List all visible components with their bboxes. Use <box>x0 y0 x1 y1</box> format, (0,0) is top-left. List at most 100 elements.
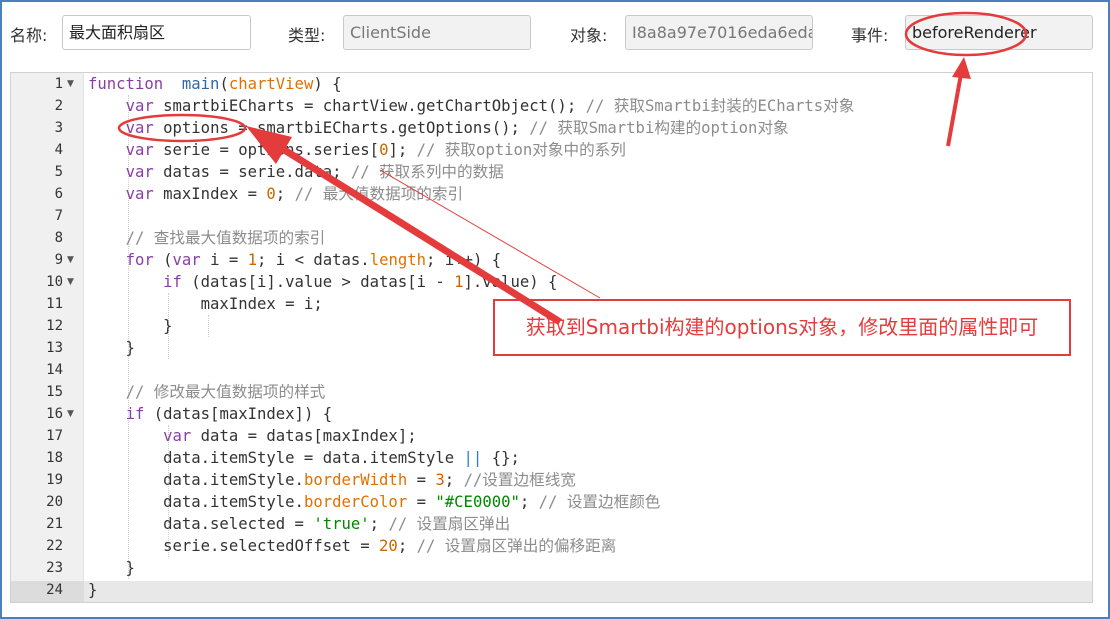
code-text: var maxIndex = 0; // 最大值数据项的索引 <box>88 183 464 205</box>
line-number: 20 <box>46 494 63 510</box>
code-token: ( <box>219 75 229 93</box>
line-number: 17 <box>46 428 63 444</box>
code-token: var <box>125 185 154 203</box>
code-token: } <box>88 559 135 577</box>
code-line[interactable]: 7 <box>11 205 1092 227</box>
code-text: data.itemStyle = data.itemStyle || {}; <box>88 447 520 469</box>
code-token: for <box>125 251 154 269</box>
line-number: 3 <box>54 120 63 136</box>
code-line[interactable]: 8 // 查找最大值数据项的索引 <box>11 227 1092 249</box>
code-token: || <box>463 449 483 467</box>
code-line[interactable]: 20 data.itemStyle.borderColor = "#CE0000… <box>11 491 1092 513</box>
code-line[interactable]: 23 } <box>11 557 1092 579</box>
annotation-callout: 获取到Smartbi构建的options对象，修改里面的属性即可 <box>493 299 1071 356</box>
fold-toggle-icon[interactable]: ▼ <box>67 403 74 425</box>
code-token: ].value) { <box>463 273 558 291</box>
code-token: // 获取Smartbi封装的ECharts对象 <box>585 97 855 115</box>
code-token: // 设置扇区弹出 <box>388 515 511 533</box>
code-line[interactable]: 3 var options = smartbiECharts.getOption… <box>11 117 1092 139</box>
code-text: maxIndex = i; <box>88 293 323 315</box>
code-line[interactable]: 4 var serie = options.series[0]; // 获取op… <box>11 139 1092 161</box>
code-line[interactable]: 14 <box>11 359 1092 381</box>
code-token: chartView <box>228 75 314 93</box>
code-line[interactable]: 24} <box>11 579 1092 601</box>
code-text: } <box>88 315 172 337</box>
code-token: length <box>369 251 427 269</box>
fold-toggle-icon[interactable]: ▼ <box>67 249 74 271</box>
code-text: if (datas[i].value > datas[i - 1].value)… <box>88 271 557 293</box>
code-text: for (var i = 1; i < datas.length; i++) { <box>88 249 502 271</box>
fold-toggle-icon[interactable]: ▼ <box>67 271 74 293</box>
name-input[interactable]: 最大面积扇区 <box>62 15 251 50</box>
code-text: } <box>88 337 135 359</box>
line-number: 1 <box>54 76 63 92</box>
code-token: 1 <box>454 273 464 291</box>
code-token: ) { <box>313 75 342 93</box>
code-token: ; i++) { <box>426 251 502 269</box>
code-line[interactable]: 5 var datas = serie.data; // 获取系列中的数据 <box>11 161 1092 183</box>
code-token: // 获取Smartbi构建的option对象 <box>529 119 789 137</box>
line-number: 7 <box>54 208 63 224</box>
line-number: 8 <box>54 230 63 246</box>
code-text: serie.selectedOffset = 20; // 设置扇区弹出的偏移距… <box>88 535 616 557</box>
code-token: serie = options.series[ <box>153 141 380 159</box>
code-line[interactable]: 9 ▼ for (var i = 1; i < datas.length; i++… <box>11 249 1092 271</box>
code-token: ; <box>444 471 464 489</box>
code-line[interactable]: 10 ▼ if (datas[i].value > datas[i - 1].va… <box>11 271 1092 293</box>
event-label: 事件: <box>851 26 889 45</box>
code-token: 'true' <box>313 515 370 533</box>
code-line[interactable]: 16 ▼ if (datas[maxIndex]) { <box>11 403 1092 425</box>
code-token: = <box>407 493 436 511</box>
code-line[interactable]: 19 data.itemStyle.borderWidth = 3; //设置边… <box>11 469 1092 491</box>
code-token: var <box>125 119 154 137</box>
code-line[interactable]: 15 // 修改最大值数据项的样式 <box>11 381 1092 403</box>
code-line[interactable]: 2 var smartbiECharts = chartView.getChar… <box>11 95 1092 117</box>
code-token: 1 <box>247 251 258 269</box>
code-token: i = <box>200 251 248 269</box>
code-line[interactable]: 17 var data = datas[maxIndex]; <box>11 425 1092 447</box>
code-line[interactable]: 21 data.selected = 'true'; // 设置扇区弹出 <box>11 513 1092 535</box>
code-token: (datas[i].value > datas[i - <box>181 273 455 291</box>
code-token: var <box>125 141 154 159</box>
code-text: data.selected = 'true'; // 设置扇区弹出 <box>88 513 510 535</box>
code-token: 3 <box>435 471 445 489</box>
code-text: var serie = options.series[0]; // 获取opti… <box>88 139 626 161</box>
code-text: } <box>88 557 135 579</box>
code-text: function main(chartView) { <box>88 73 342 95</box>
line-number: 21 <box>46 516 63 532</box>
code-token: // 获取系列中的数据 <box>350 163 504 181</box>
code-token: datas = serie.data; <box>153 163 351 181</box>
line-number: 12 <box>46 318 63 334</box>
code-token: ; <box>369 515 389 533</box>
line-number: 5 <box>54 164 63 180</box>
line-number: 13 <box>46 340 63 356</box>
code-token: maxIndex = <box>153 185 267 203</box>
code-line[interactable]: 1 ▼ function main(chartView) { <box>11 73 1092 95</box>
event-input[interactable]: beforeRenderer <box>905 15 1093 50</box>
line-number: 6 <box>54 186 63 202</box>
object-label: 对象: <box>570 26 608 45</box>
line-number: 15 <box>46 384 63 400</box>
object-input[interactable]: I8a8a97e7016eda6eda <box>625 15 813 50</box>
code-line[interactable]: 22 serie.selectedOffset = 20; // 设置扇区弹出的… <box>11 535 1092 557</box>
code-token: ; i < datas. <box>257 251 370 269</box>
code-token: if <box>125 405 145 423</box>
code-line[interactable]: 6 var maxIndex = 0; // 最大值数据项的索引 <box>11 183 1092 205</box>
code-line[interactable]: 18 data.itemStyle = data.itemStyle || {}… <box>11 447 1092 469</box>
fold-toggle-icon[interactable]: ▼ <box>67 73 74 95</box>
code-token: if <box>163 273 182 291</box>
code-token: ]; <box>388 141 417 159</box>
line-number: 4 <box>54 142 63 158</box>
line-number: 23 <box>46 560 63 576</box>
code-token: function <box>88 75 164 93</box>
line-number: 11 <box>46 296 63 312</box>
type-input[interactable]: ClientSide <box>343 15 531 50</box>
